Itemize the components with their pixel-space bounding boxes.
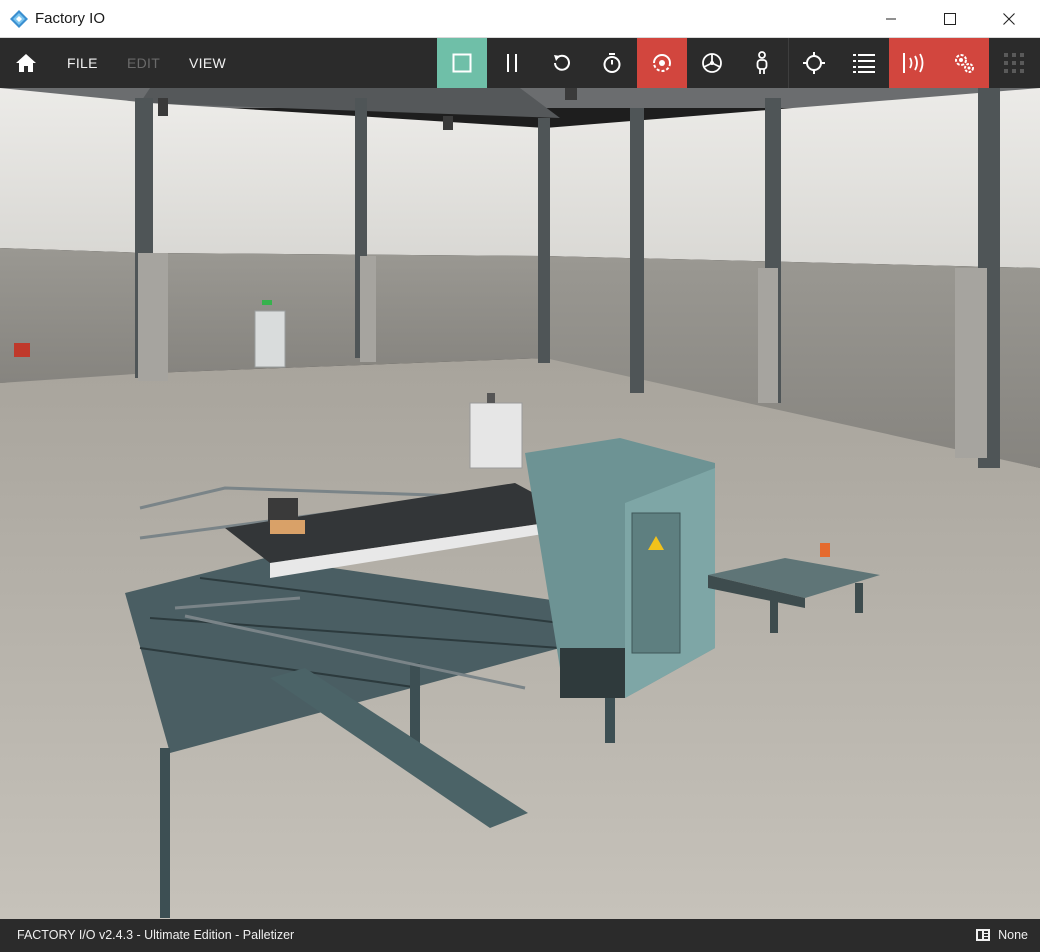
view-menu[interactable]: VIEW: [189, 38, 226, 88]
grid-button[interactable]: [989, 38, 1039, 88]
first-person-button[interactable]: [737, 38, 787, 88]
camera-orbit-icon: [653, 54, 671, 72]
reset-icon: [554, 54, 570, 71]
list-icon: [853, 54, 875, 73]
maximize-button[interactable]: [927, 0, 973, 38]
minimize-button[interactable]: [868, 0, 914, 38]
orbit-camera-button[interactable]: [637, 38, 687, 88]
drivers-icon: [955, 54, 974, 73]
stopwatch-icon: [603, 53, 621, 73]
drivers-button[interactable]: [939, 38, 989, 88]
driver-label: None: [998, 928, 1028, 942]
reset-button[interactable]: [537, 38, 587, 88]
home-icon: [16, 54, 36, 72]
status-bar: FACTORY I/O v2.4.3 - Ultimate Edition - …: [0, 919, 1040, 952]
home-button[interactable]: [0, 38, 52, 88]
grid-icon: [1004, 53, 1024, 73]
driver-icon: [976, 929, 991, 941]
scene-viewport[interactable]: [0, 88, 1040, 919]
sensors-button[interactable]: [889, 38, 939, 88]
driver-status[interactable]: None: [976, 928, 1028, 942]
window-title: Factory IO: [35, 10, 106, 27]
stop-icon: [452, 53, 472, 73]
stop-button[interactable]: [437, 38, 487, 88]
stopwatch-button[interactable]: [587, 38, 637, 88]
pause-button[interactable]: [487, 38, 537, 88]
status-text: FACTORY I/O v2.4.3 - Ultimate Edition - …: [17, 928, 295, 942]
edit-menu[interactable]: EDIT: [127, 38, 160, 88]
pause-icon: [507, 54, 517, 72]
file-menu[interactable]: FILE: [67, 38, 98, 88]
factory-io-logo-icon: [10, 10, 28, 28]
tag-list-button[interactable]: [839, 38, 889, 88]
sensors-icon: [903, 53, 924, 73]
first-person-icon: [756, 51, 768, 74]
camera-target-button[interactable]: [789, 38, 839, 88]
main-toolbar: FILE EDIT VIEW: [0, 38, 1040, 88]
title-bar: Factory IO: [0, 0, 1040, 38]
fly-camera-button[interactable]: [687, 38, 737, 88]
crosshair-icon: [803, 52, 825, 74]
close-button[interactable]: [986, 0, 1032, 38]
warehouse-scene: [0, 88, 1040, 919]
fly-camera-icon: [702, 53, 722, 73]
